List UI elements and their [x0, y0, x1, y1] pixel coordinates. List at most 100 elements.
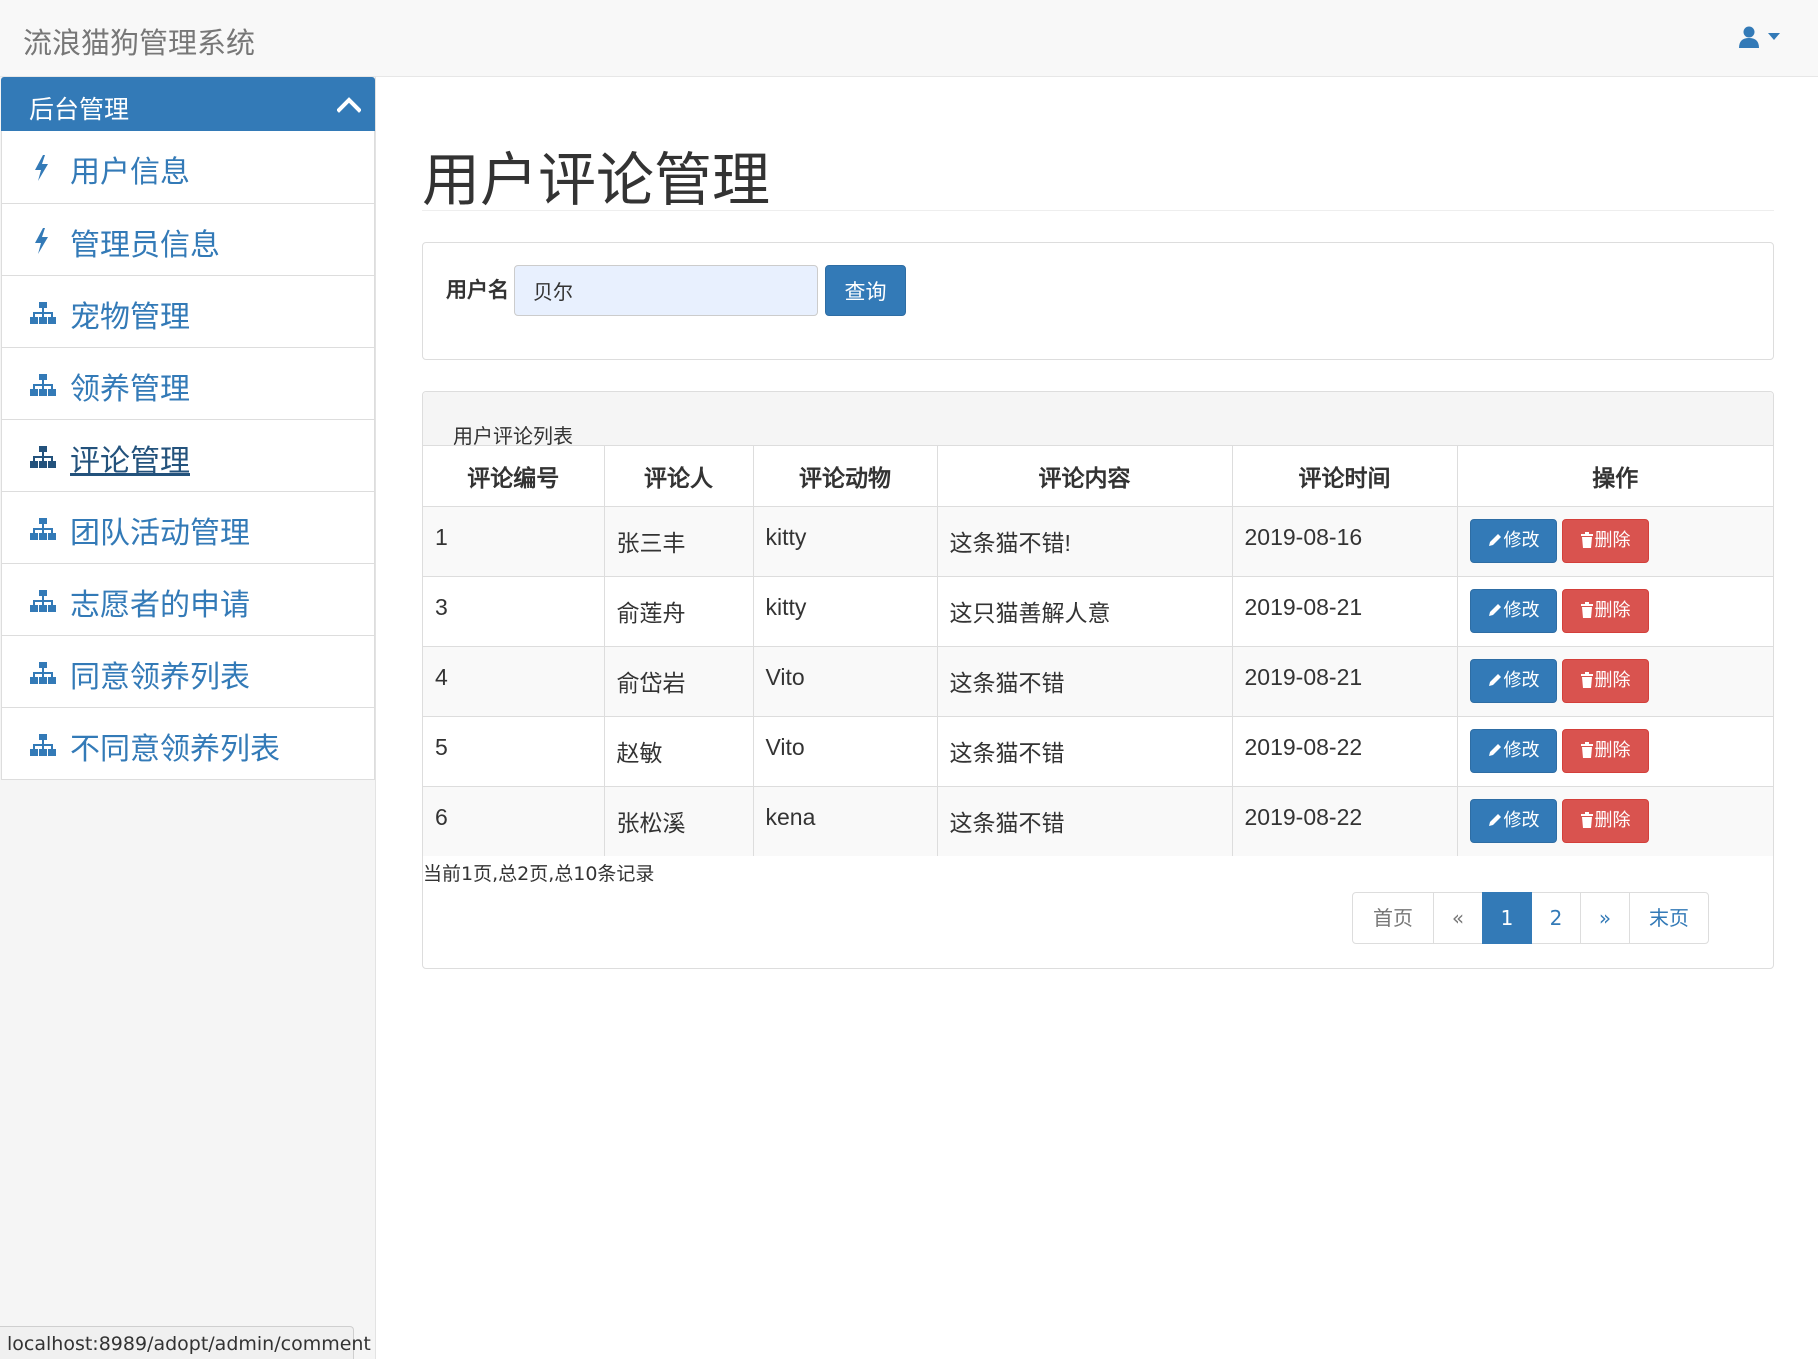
- edit-button-label: 修改: [1503, 599, 1540, 621]
- delete-button[interactable]: 删除: [1561, 728, 1649, 773]
- cell-id: 4: [423, 645, 604, 716]
- delete-button[interactable]: 删除: [1561, 798, 1649, 843]
- page-prev-button[interactable]: «: [1433, 892, 1483, 944]
- page-next-button[interactable]: »: [1580, 892, 1630, 944]
- trash-icon: [1580, 811, 1593, 828]
- sitemap-icon: [29, 299, 57, 327]
- sidebar: 后台管理 用户信息管理员信息宠物管理领养管理评论管理团队活动管理志愿者的申请同意…: [0, 77, 376, 1359]
- list-panel-heading: 用户评论列表: [423, 392, 1773, 448]
- pencil-icon: [1488, 673, 1501, 686]
- delete-button-label: 删除: [1594, 739, 1631, 761]
- delete-button-label: 删除: [1594, 669, 1631, 691]
- record-summary: 当前1页,总2页,总10条记录: [423, 863, 655, 885]
- cell-id: 6: [423, 785, 604, 856]
- edit-button-label: 修改: [1503, 529, 1540, 551]
- chevron-up-icon[interactable]: [337, 95, 361, 113]
- username-label: 用户名: [446, 278, 509, 302]
- column-header-animal: 评论动物: [752, 446, 937, 507]
- cell-animal: Vito: [752, 645, 937, 716]
- delete-button[interactable]: 删除: [1561, 658, 1649, 703]
- sidebar-item-label: 管理员信息: [70, 228, 220, 263]
- sidebar-item-1[interactable]: 管理员信息: [2, 203, 374, 275]
- cell-content: 这只猫善解人意: [936, 575, 1232, 646]
- trash-icon: [1580, 671, 1593, 688]
- sidebar-item-label: 团队活动管理: [70, 516, 250, 551]
- comments-table: 评论编号 评论人 评论动物 评论内容 评论时间 操作 1 张三丰 kitty 这条猫不…: [423, 446, 1773, 856]
- cell-time: 2019-08-21: [1231, 575, 1457, 646]
- sidebar-item-label: 用户信息: [70, 155, 190, 190]
- edit-button[interactable]: 修改: [1469, 658, 1557, 703]
- column-header-actions: 操作: [1456, 446, 1773, 507]
- sidebar-item-4[interactable]: 评论管理: [2, 419, 374, 491]
- sidebar-item-3[interactable]: 领养管理: [2, 347, 374, 419]
- cell-actions: 修改 删除: [1456, 645, 1773, 716]
- sitemap-icon: [29, 659, 57, 687]
- trash-icon: [1580, 531, 1593, 548]
- sidebar-item-label: 领养管理: [70, 372, 190, 407]
- cell-time: 2019-08-22: [1231, 785, 1457, 856]
- trash-icon: [1580, 601, 1593, 618]
- caret-down-icon: [1768, 33, 1780, 40]
- username-search-input[interactable]: [514, 265, 818, 316]
- cell-animal: kena: [752, 785, 937, 856]
- pagination: 首页 « 1 2 » 末页: [1352, 892, 1709, 944]
- sidebar-item-8[interactable]: 不同意领养列表: [2, 707, 374, 779]
- cell-time: 2019-08-16: [1231, 505, 1457, 576]
- sitemap-icon: [29, 443, 57, 471]
- sidebar-item-label: 同意领养列表: [70, 660, 250, 695]
- cell-id: 1: [423, 505, 604, 576]
- edit-button[interactable]: 修改: [1469, 728, 1557, 773]
- column-header-content: 评论内容: [936, 446, 1232, 507]
- pencil-icon: [1488, 533, 1501, 546]
- edit-button[interactable]: 修改: [1469, 588, 1557, 633]
- table-row: 5 赵敏 Vito 这条猫不错 2019-08-22 修改 删除: [423, 715, 1773, 786]
- page-title: 用户评论管理: [422, 146, 771, 214]
- cell-actions: 修改 删除: [1456, 715, 1773, 786]
- cell-content: 这条猫不错!: [936, 505, 1232, 576]
- user-icon: [1739, 26, 1759, 48]
- sidebar-item-0[interactable]: 用户信息: [2, 131, 374, 203]
- page-first-button[interactable]: 首页: [1352, 892, 1434, 944]
- sidebar-item-7[interactable]: 同意领养列表: [2, 635, 374, 707]
- pencil-icon: [1488, 743, 1501, 756]
- edit-button[interactable]: 修改: [1469, 798, 1557, 843]
- search-button[interactable]: 查询: [825, 265, 906, 316]
- delete-button[interactable]: 删除: [1561, 588, 1649, 633]
- cell-actions: 修改 删除: [1456, 505, 1773, 576]
- trash-icon: [1580, 741, 1593, 758]
- page-last-button[interactable]: 末页: [1629, 892, 1709, 944]
- sidebar-item-5[interactable]: 团队活动管理: [2, 491, 374, 563]
- sidebar-item-2[interactable]: 宠物管理: [2, 275, 374, 347]
- table-header-row: 评论编号 评论人 评论动物 评论内容 评论时间 操作: [423, 446, 1773, 507]
- table-row: 1 张三丰 kitty 这条猫不错! 2019-08-16 修改 删除: [423, 505, 1773, 576]
- cell-user: 赵敏: [603, 715, 753, 786]
- delete-button-label: 删除: [1594, 809, 1631, 831]
- edit-button[interactable]: 修改: [1469, 518, 1557, 563]
- bolt-icon: [29, 227, 57, 255]
- cell-user: 俞岱岩: [603, 645, 753, 716]
- search-panel: 用户名 查询: [422, 242, 1774, 360]
- sidebar-item-6[interactable]: 志愿者的申请: [2, 563, 374, 635]
- cell-animal: kitty: [752, 575, 937, 646]
- sidebar-header[interactable]: 后台管理: [1, 77, 375, 131]
- page-2-button[interactable]: 2: [1531, 892, 1581, 944]
- page-1-button[interactable]: 1: [1482, 892, 1532, 944]
- delete-button-label: 删除: [1594, 599, 1631, 621]
- cell-user: 俞莲舟: [603, 575, 753, 646]
- user-menu-toggle[interactable]: [1738, 25, 1788, 51]
- delete-button-label: 删除: [1594, 529, 1631, 551]
- cell-animal: kitty: [752, 505, 937, 576]
- pencil-icon: [1488, 813, 1501, 826]
- table-row: 3 俞莲舟 kitty 这只猫善解人意 2019-08-21 修改 删除: [423, 575, 1773, 646]
- delete-button[interactable]: 删除: [1561, 518, 1649, 563]
- brand-title[interactable]: 流浪猫狗管理系统: [23, 20, 255, 62]
- cell-content: 这条猫不错: [936, 715, 1232, 786]
- sidebar-item-label: 宠物管理: [70, 300, 190, 335]
- browser-status-url: localhost:8989/adopt/admin/comment: [0, 1326, 371, 1359]
- sidebar-item-label: 评论管理: [70, 444, 190, 479]
- cell-content: 这条猫不错: [936, 785, 1232, 856]
- column-header-id: 评论编号: [423, 446, 604, 507]
- sitemap-icon: [29, 587, 57, 615]
- cell-actions: 修改 删除: [1456, 575, 1773, 646]
- cell-user: 张松溪: [603, 785, 753, 856]
